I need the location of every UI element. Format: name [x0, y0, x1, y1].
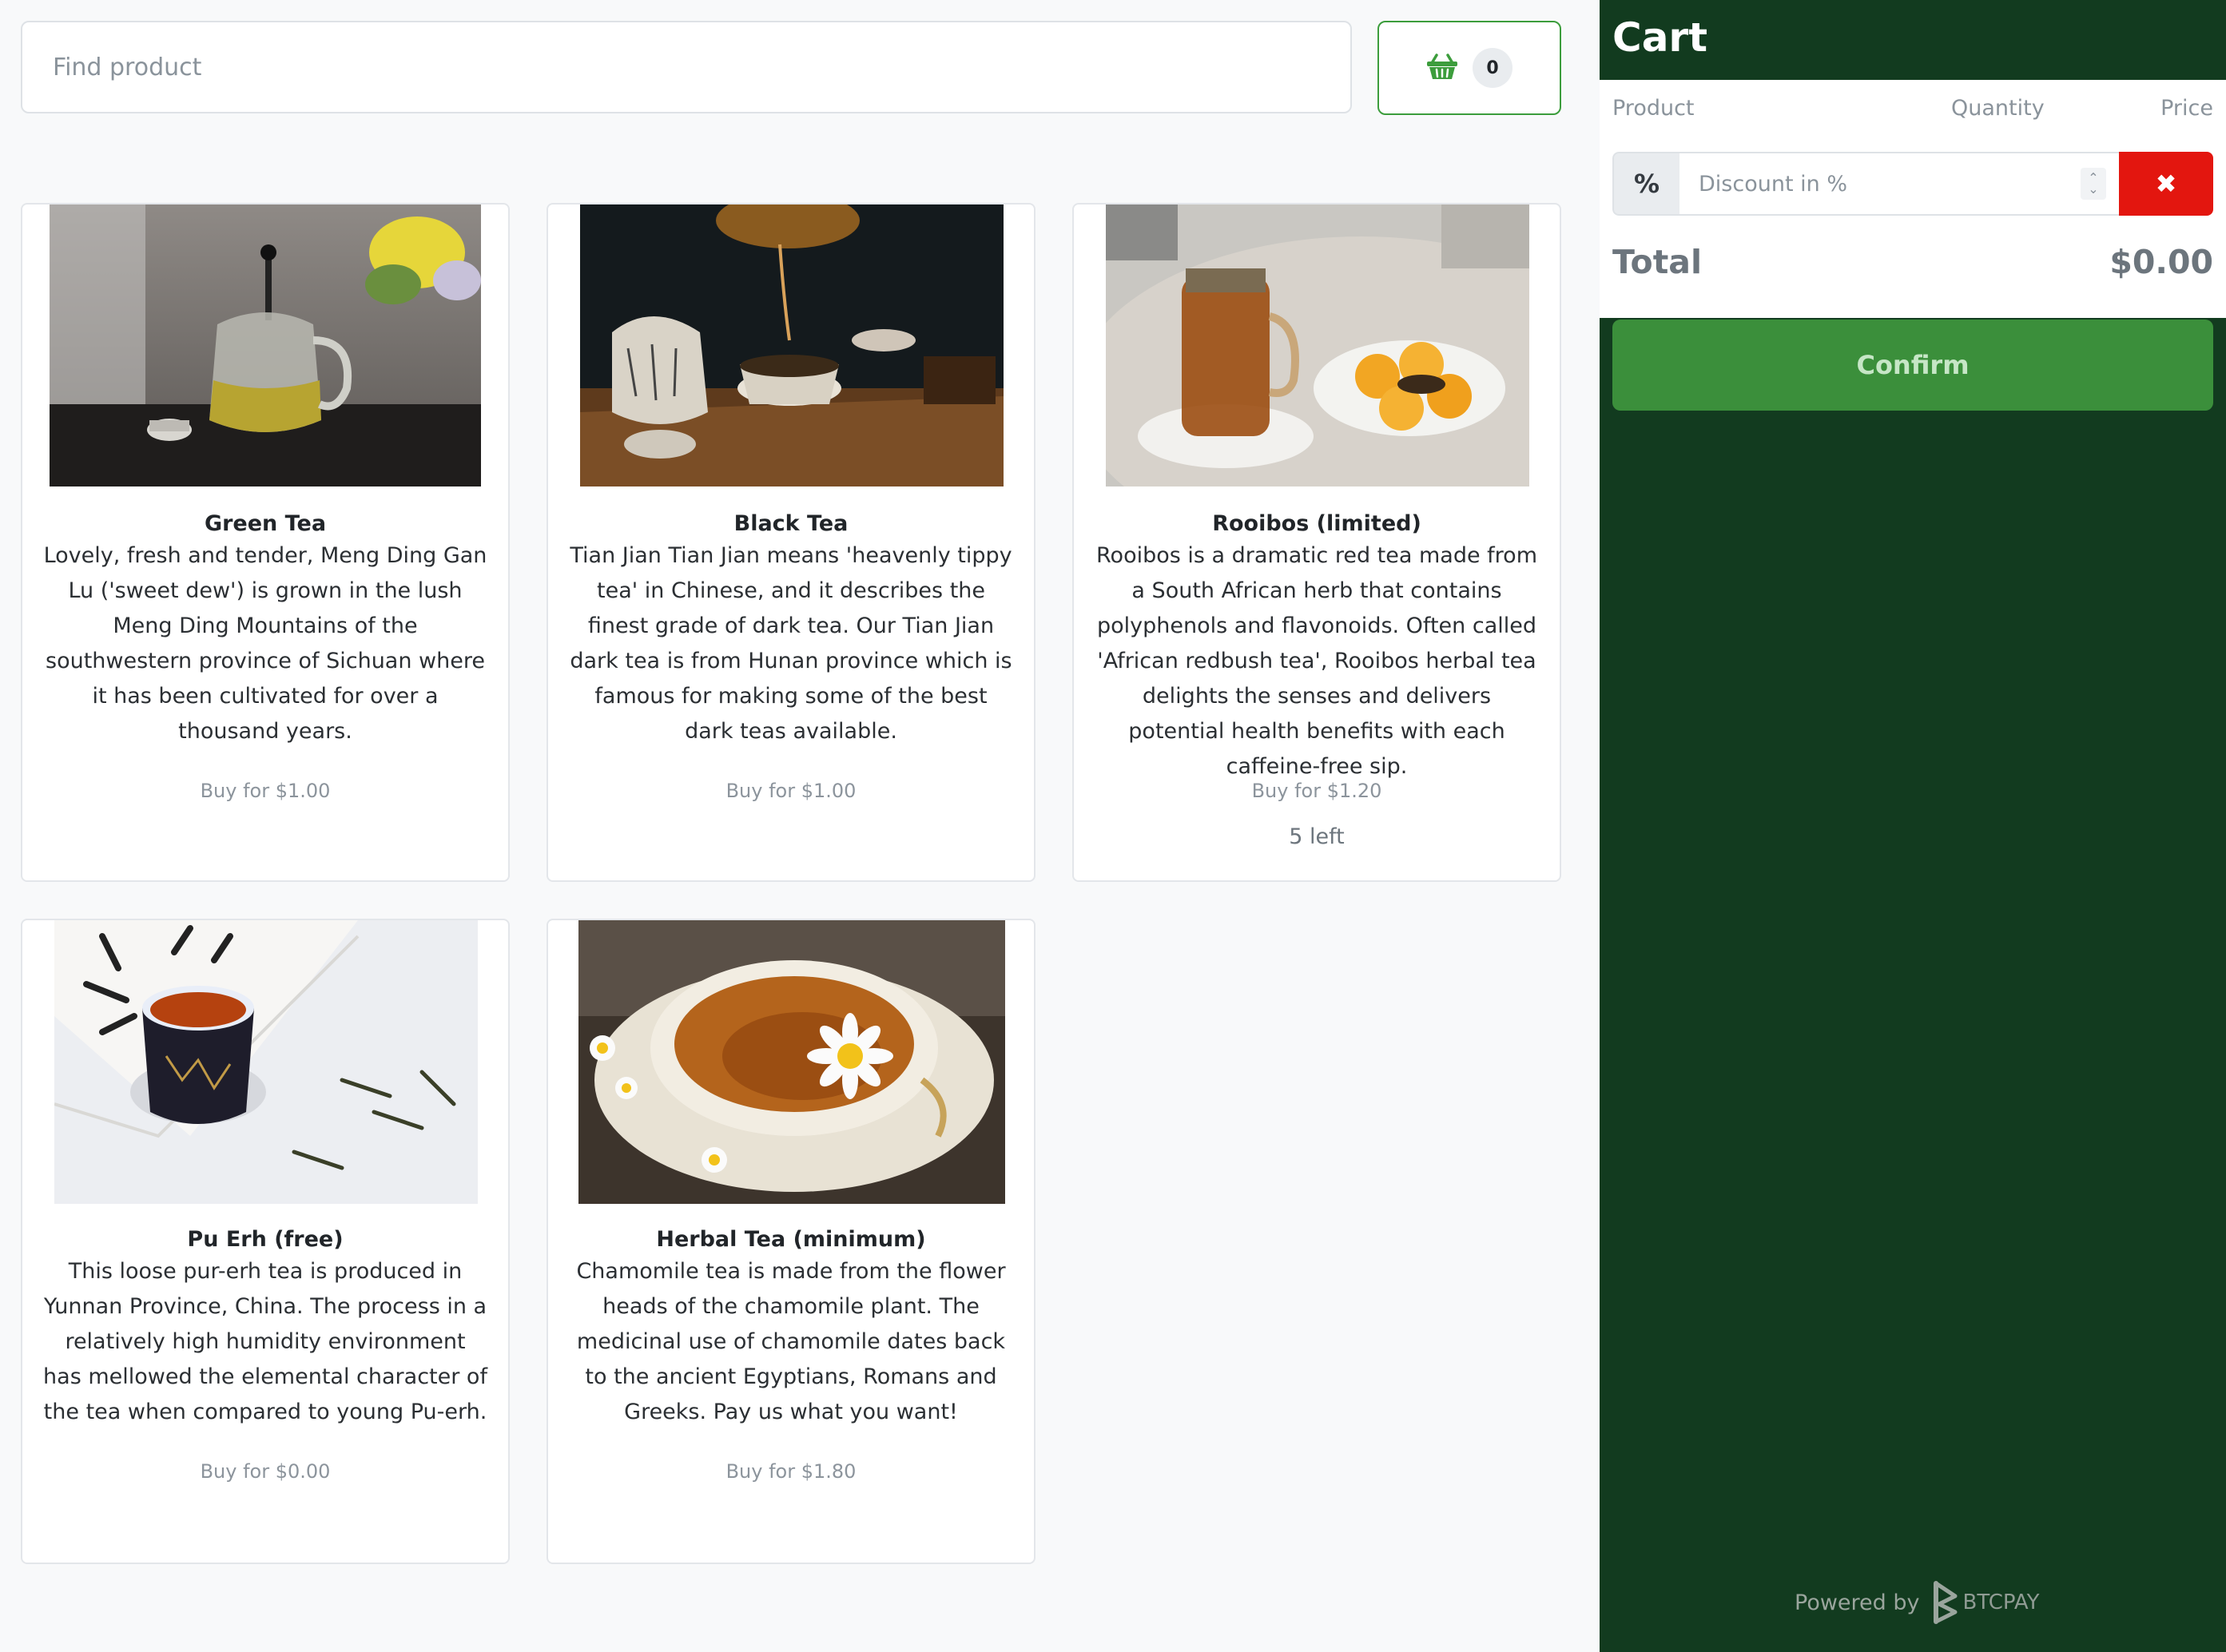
product-title: Rooibos (limited) [1212, 511, 1421, 536]
powered-by: Powered by BTCPAY [1795, 1579, 2040, 1626]
close-icon: ✖ [2155, 169, 2177, 199]
product-image [54, 920, 478, 1204]
percent-prefix: % [1612, 152, 1679, 216]
cart-title: Cart [1612, 14, 1707, 61]
column-header-price: Price [2160, 96, 2213, 121]
basket-count-badge: 0 [1473, 48, 1512, 88]
product-description: Chamomile tea is made from the flower he… [576, 1259, 1006, 1424]
product-title: Green Tea [204, 511, 327, 536]
product-card: Pu Erh (free) This loose pur-erh tea is … [21, 919, 510, 1564]
basket-icon [1426, 52, 1458, 84]
confirm-button[interactable]: Confirm [1612, 320, 2213, 411]
spinner-arrows-icon[interactable]: ⌃ ⌄ [2081, 168, 2106, 200]
btcpay-logo[interactable]: BTCPAY [1931, 1580, 2040, 1625]
buy-button[interactable]: Buy for $1.80 [548, 1460, 1034, 1483]
product-title: Pu Erh (free) [187, 1227, 344, 1252]
discount-spinner[interactable]: ⌃ ⌄ [2068, 152, 2119, 216]
clear-discount-button[interactable]: ✖ [2119, 152, 2213, 216]
product-card: Green Tea Lovely, fresh and tender, Meng… [21, 203, 510, 882]
product-title: Herbal Tea (minimum) [656, 1227, 926, 1252]
powered-by-label: Powered by [1795, 1590, 1920, 1615]
product-card: Black Tea Tian Jian Tian Jian means 'hea… [547, 203, 1035, 882]
column-header-product: Product [1612, 96, 1695, 121]
product-image [578, 920, 1005, 1204]
product-title: Black Tea [733, 511, 849, 536]
total-label: Total [1612, 243, 1703, 281]
btcpay-logo-icon [1933, 1581, 1957, 1624]
buy-button[interactable]: Buy for $1.00 [548, 780, 1034, 802]
basket-button[interactable]: 0 [1377, 21, 1561, 115]
product-description: Lovely, fresh and tender, Meng Ding Gan … [43, 543, 487, 744]
product-image [580, 205, 1004, 486]
cart-sidebar: Cart Product Quantity Price % ⌃⌄ ✖ Total… [1600, 0, 2226, 1652]
total-value: $0.00 [2109, 243, 2213, 281]
product-image [50, 205, 481, 486]
product-card: Rooibos (limited) Rooibos is a dramatic … [1072, 203, 1561, 882]
cart-panel: Product Quantity Price % ⌃⌄ ✖ Total $0.0… [1600, 80, 2226, 318]
buy-button[interactable]: Buy for $0.00 [22, 1460, 508, 1483]
buy-button[interactable]: Buy for $1.20 [1074, 780, 1560, 802]
discount-input[interactable] [1679, 152, 2068, 216]
btcpay-wordmark: BTCPAY [1962, 1590, 2040, 1614]
product-description: Rooibos is a dramatic red tea made from … [1096, 543, 1537, 779]
search-input[interactable] [21, 21, 1352, 113]
product-description: This loose pur-erh tea is produced in Yu… [43, 1259, 487, 1424]
product-image [1106, 205, 1529, 486]
stock-remaining: 5 left [1289, 824, 1345, 849]
discount-group: % ⌃⌄ ✖ [1612, 152, 2213, 216]
column-header-quantity: Quantity [1951, 96, 2045, 121]
buy-button[interactable]: Buy for $1.00 [22, 780, 508, 802]
product-description: Tian Jian Tian Jian means 'heavenly tipp… [570, 543, 1012, 744]
product-card: Herbal Tea (minimum) Chamomile tea is ma… [547, 919, 1035, 1564]
